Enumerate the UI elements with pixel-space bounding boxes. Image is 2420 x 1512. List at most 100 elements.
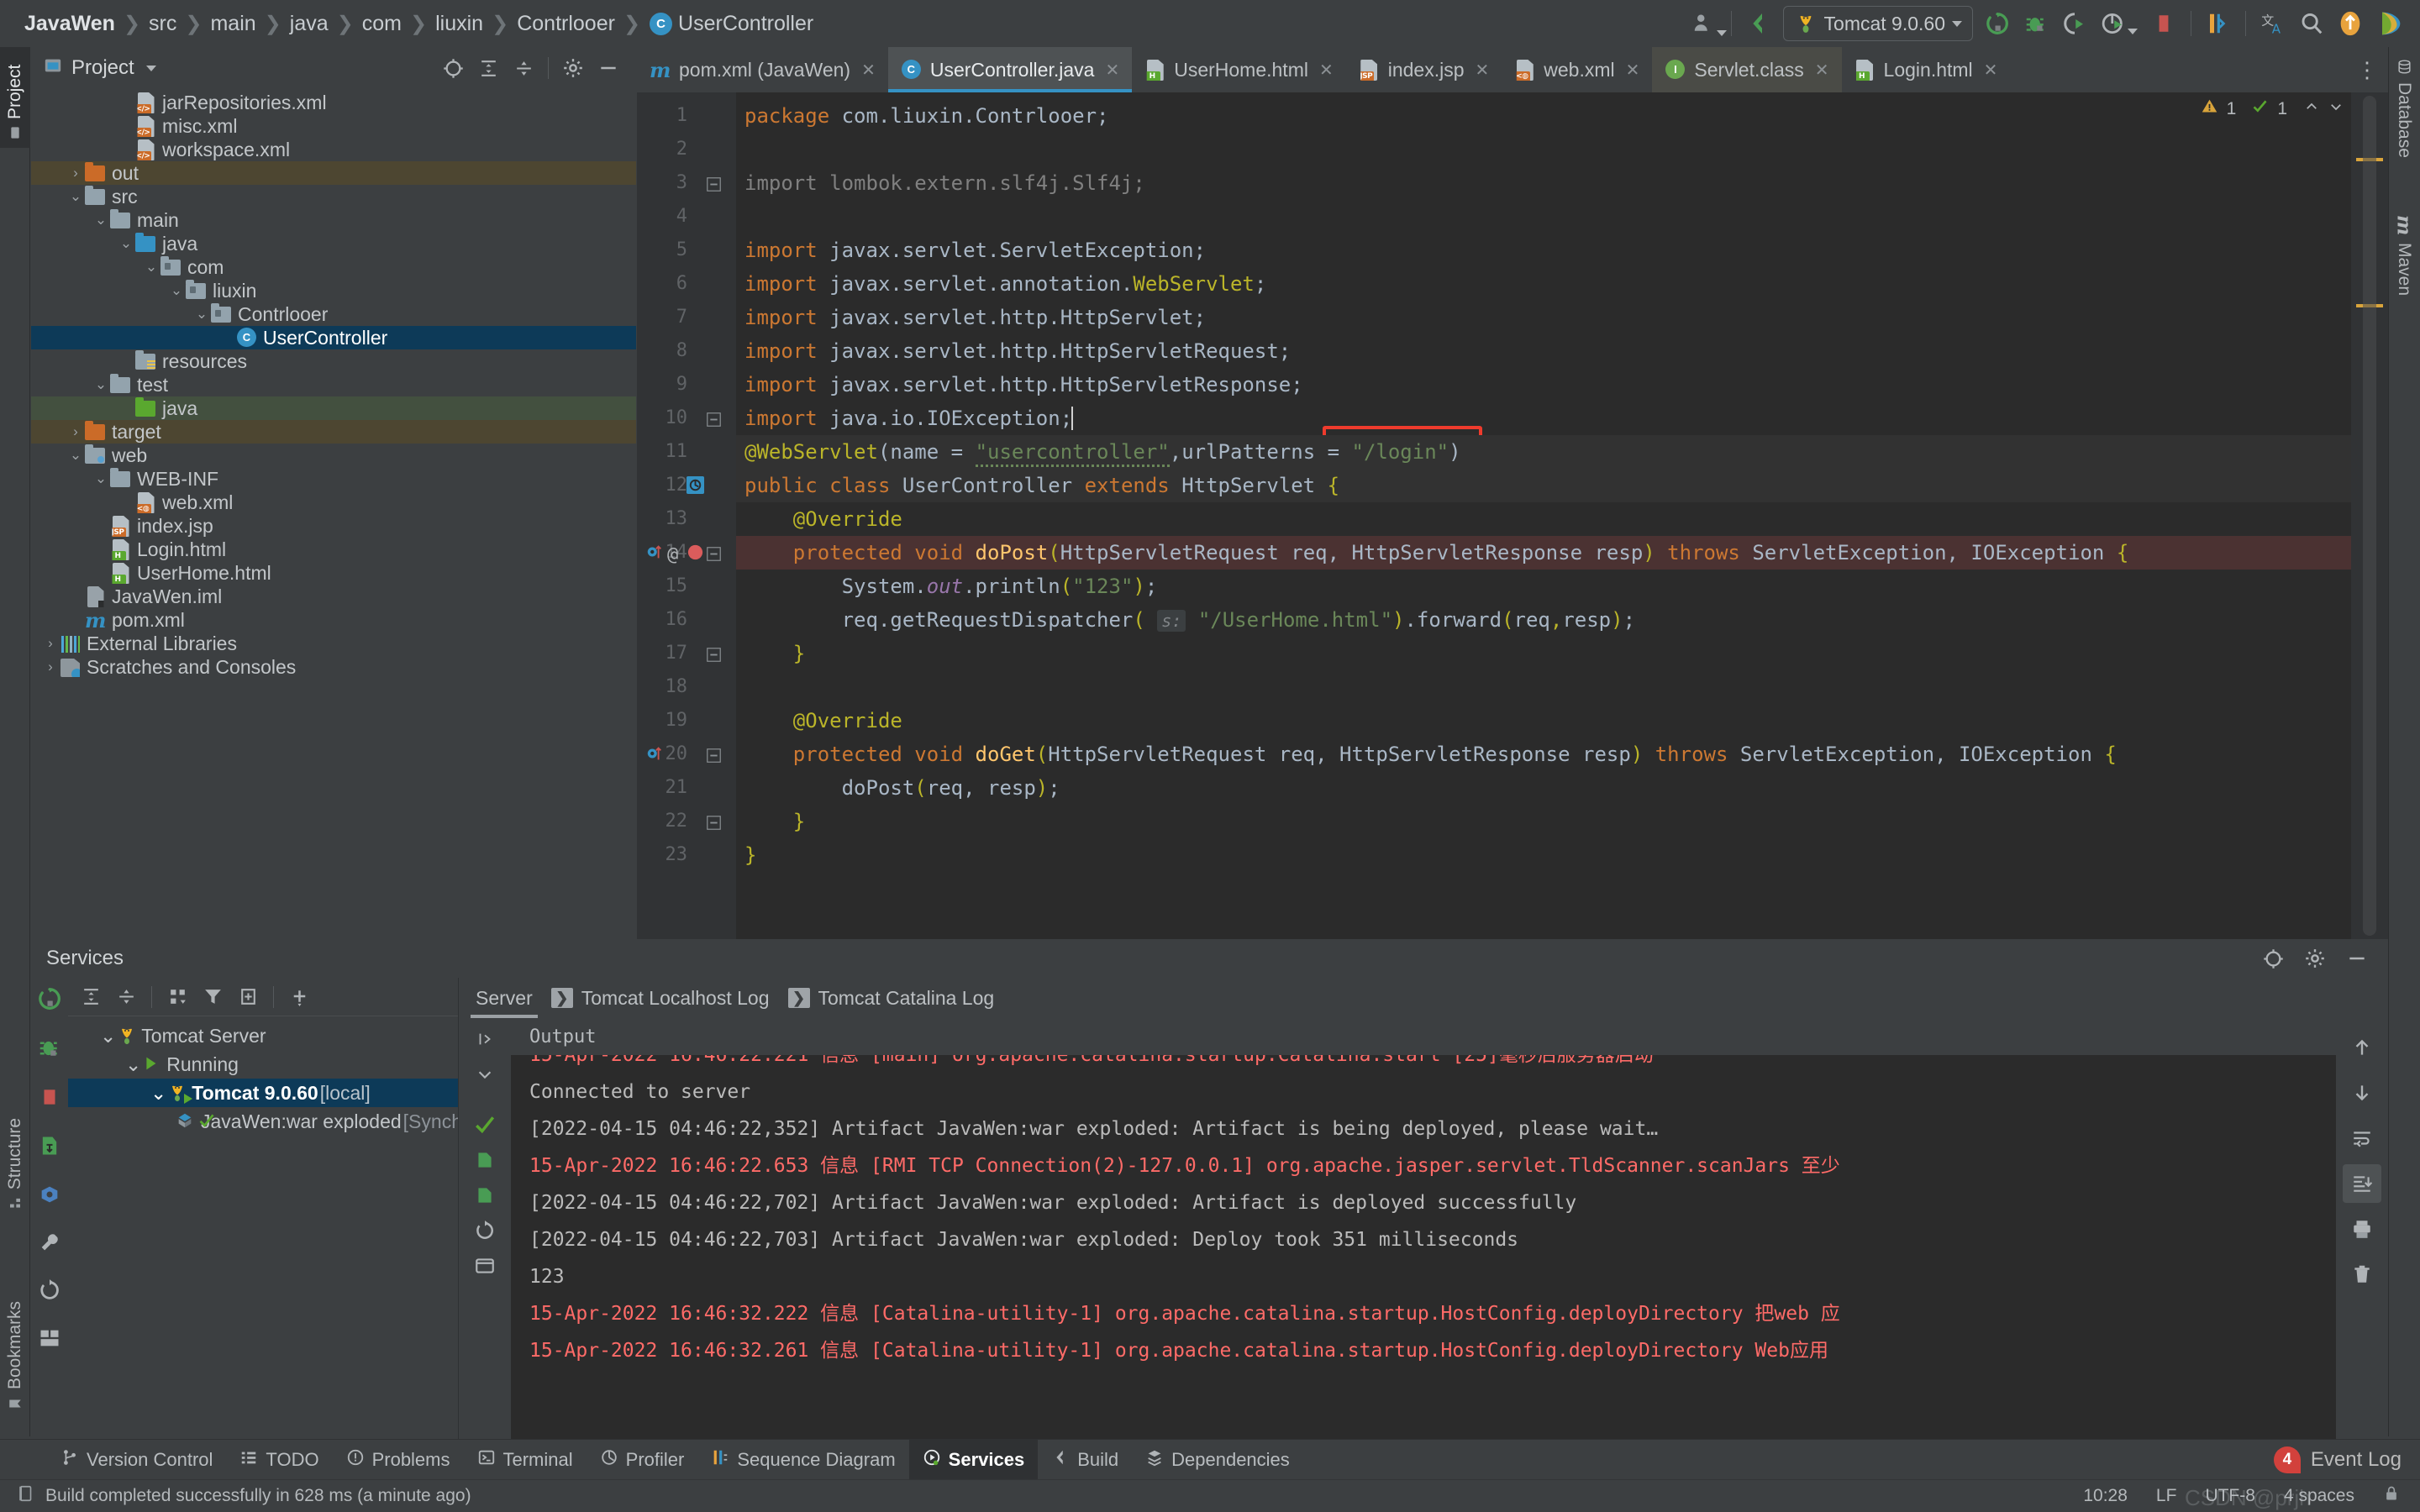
bottom-tab-dependencies[interactable]: Dependencies: [1132, 1440, 1303, 1480]
sidebar-item-bookmarks[interactable]: Bookmarks: [0, 1293, 30, 1420]
code-line[interactable]: import lombok.extern.slf4j.Slf4j;: [744, 166, 1145, 200]
ide-logo-icon[interactable]: [2370, 4, 2408, 43]
indent-setting[interactable]: 4 spaces: [2284, 1486, 2354, 1506]
code-line[interactable]: import javax.servlet.ServletException;: [744, 234, 1206, 267]
console-output[interactable]: 15-Apr-2022 16:46:22.221 信息 [main] org.a…: [511, 1055, 2336, 1439]
tree-item-com[interactable]: ⌄ com: [31, 255, 636, 279]
caret-position[interactable]: 10:28: [2083, 1486, 2128, 1506]
open-browser-icon[interactable]: [466, 1248, 503, 1284]
services-tree-item-tomcat-server[interactable]: ⌄ Tomcat Server: [68, 1021, 458, 1050]
editor-tab-pom-xml-javawen-[interactable]: m pom.xml (JavaWen) ✕: [637, 47, 888, 92]
soft-wrap-icon[interactable]: [2343, 1119, 2381, 1158]
chevron-down-icon[interactable]: ⌄: [125, 1053, 141, 1076]
locate-icon[interactable]: [437, 52, 469, 84]
sidebar-item-structure[interactable]: Structure: [0, 1110, 30, 1218]
stop-icon[interactable]: [39, 1085, 60, 1115]
project-tree[interactable]: </> jarRepositories.xml </> misc.xml </> work…: [31, 89, 636, 939]
tree-item-out[interactable]: › out: [31, 161, 636, 185]
close-icon[interactable]: ✕: [861, 60, 876, 81]
code-line[interactable]: @Override: [744, 704, 902, 738]
close-icon[interactable]: ✕: [1815, 60, 1829, 81]
chevron-down-icon[interactable]: ⌄: [92, 470, 110, 487]
add-frame-icon[interactable]: [232, 981, 264, 1013]
tree-item-main[interactable]: ⌄ main: [31, 208, 636, 232]
code-content[interactable]: package com.liuxin.Contrlooer; import lom…: [736, 92, 2388, 939]
tree-item-java[interactable]: ⌄ java: [31, 232, 636, 255]
code-line[interactable]: doPost(req, resp);: [744, 771, 1060, 805]
collapse-console-icon[interactable]: [466, 1021, 503, 1057]
fold-minus-icon[interactable]: [706, 175, 722, 198]
code-line[interactable]: public class UserController extends Http…: [744, 469, 1339, 502]
chevron-down-icon[interactable]: [2328, 99, 2344, 119]
collapse-all-icon[interactable]: [110, 981, 142, 1013]
override-marker-icon[interactable]: [645, 543, 664, 567]
code-line[interactable]: @WebServlet(name = "usercontroller",urlP…: [744, 435, 1461, 469]
gear-icon[interactable]: [557, 52, 589, 84]
tree-item-web[interactable]: ⌄ web: [31, 444, 636, 467]
breadcrumb-item-java[interactable]: java: [284, 12, 334, 36]
breadcrumb-item-src[interactable]: src: [143, 12, 182, 36]
breadcrumb-item-main[interactable]: main: [204, 12, 261, 36]
editor-tab-login-html[interactable]: H Login.html ✕: [1842, 47, 2011, 92]
chevron-right-icon[interactable]: ›: [66, 165, 85, 181]
tree-item-scratches-and-consoles[interactable]: › Scratches and Consoles: [31, 655, 636, 679]
code-line[interactable]: import javax.servlet.http.HttpServlet;: [744, 301, 1206, 334]
chevron-down-icon[interactable]: ⌄: [100, 1025, 116, 1047]
chevron-down-icon[interactable]: ⌄: [92, 212, 110, 228]
bottom-tab-terminal[interactable]: Terminal: [464, 1440, 587, 1480]
code-line[interactable]: protected void doGet(HttpServletRequest …: [744, 738, 2117, 771]
tree-item-java[interactable]: java: [31, 396, 636, 420]
fold-minus-icon[interactable]: [706, 813, 722, 837]
tree-item-misc-xml[interactable]: </> misc.xml: [31, 114, 636, 138]
deploy-arrow-icon[interactable]: [466, 1142, 503, 1178]
fold-minus-icon[interactable]: [706, 645, 722, 669]
tree-item-pom-xml[interactable]: m pom.xml: [31, 608, 636, 632]
lock-icon[interactable]: [2383, 1485, 2400, 1507]
editor-gutter[interactable]: 1 2 3 4 5 6 7 8 9 10 11 12 13 14 15 16 17 18 19 20 21 22 23 @: [637, 92, 736, 939]
debug-icon[interactable]: [2017, 4, 2055, 43]
bottom-tool-tabs[interactable]: Version Control TODO Problems Terminal Profi…: [0, 1439, 2420, 1480]
refresh-icon[interactable]: [466, 1213, 503, 1248]
tree-item-userhome-html[interactable]: H UserHome.html: [31, 561, 636, 585]
sidebar-item-project[interactable]: Project: [0, 47, 30, 148]
tree-item-resources[interactable]: resources: [31, 349, 636, 373]
bottom-tab-problems[interactable]: Problems: [333, 1440, 464, 1480]
code-line[interactable]: import java.io.IOException;: [744, 402, 1086, 435]
chevron-down-icon[interactable]: [466, 1057, 503, 1092]
tree-item-index-jsp[interactable]: JSP index.jsp: [31, 514, 636, 538]
override-marker-icon[interactable]: [645, 744, 664, 769]
breadcrumb-item-liuxin[interactable]: liuxin: [429, 12, 489, 36]
search-icon[interactable]: [2292, 4, 2331, 43]
scroll-up-icon[interactable]: [2343, 1028, 2381, 1067]
editor-tab-userhome-html[interactable]: H UserHome.html ✕: [1132, 47, 1346, 92]
tree-item-workspace-xml[interactable]: </> workspace.xml: [31, 138, 636, 161]
chevron-down-icon[interactable]: [1952, 20, 1962, 27]
breakpoint-icon[interactable]: [686, 543, 705, 568]
tree-item-contrlooer[interactable]: ⌄ Contrlooer: [31, 302, 636, 326]
print-icon[interactable]: [2343, 1210, 2381, 1248]
fold-minus-icon[interactable]: [706, 544, 722, 568]
chevron-down-icon[interactable]: ⌄: [142, 259, 160, 276]
log-tab-server[interactable]: Server: [471, 978, 538, 1018]
chevron-down-icon[interactable]: ⌄: [66, 447, 85, 464]
breadcrumb-item-contrlooer[interactable]: Contrlooer: [511, 12, 621, 36]
back-arrow-icon[interactable]: [1739, 4, 1778, 43]
editor-tab-web-xml[interactable]: <◍ web.xml ✕: [1502, 47, 1652, 92]
editor-tab-servlet-class[interactable]: I Servlet.class ✕: [1652, 47, 1842, 92]
code-editor[interactable]: 1 2 3 4 5 6 7 8 9 10 11 12 13 14 15 16 17 18 19 20 21 22 23 @ p…: [637, 92, 2388, 939]
expand-all-icon[interactable]: [472, 52, 504, 84]
editor-tab-options-icon[interactable]: ⋮: [2346, 47, 2388, 92]
close-icon[interactable]: ✕: [1626, 60, 1640, 81]
tree-item-test[interactable]: ⌄ test: [31, 373, 636, 396]
editor-marker-gutter[interactable]: [2351, 92, 2388, 939]
editor-scrollbar[interactable]: [2363, 96, 2376, 936]
translate-icon[interactable]: 文A: [2254, 4, 2292, 43]
add-icon[interactable]: [283, 981, 315, 1013]
tree-item-login-html[interactable]: H Login.html: [31, 538, 636, 561]
chevron-down-icon[interactable]: [145, 65, 156, 71]
filter-icon[interactable]: [197, 981, 229, 1013]
bottom-tab-todo[interactable]: TODO: [226, 1440, 332, 1480]
bottom-tab-build[interactable]: Build: [1038, 1440, 1132, 1480]
tree-item-jarrepositories-xml[interactable]: </> jarRepositories.xml: [31, 91, 636, 114]
bottom-tab-profiler[interactable]: Profiler: [587, 1440, 698, 1480]
